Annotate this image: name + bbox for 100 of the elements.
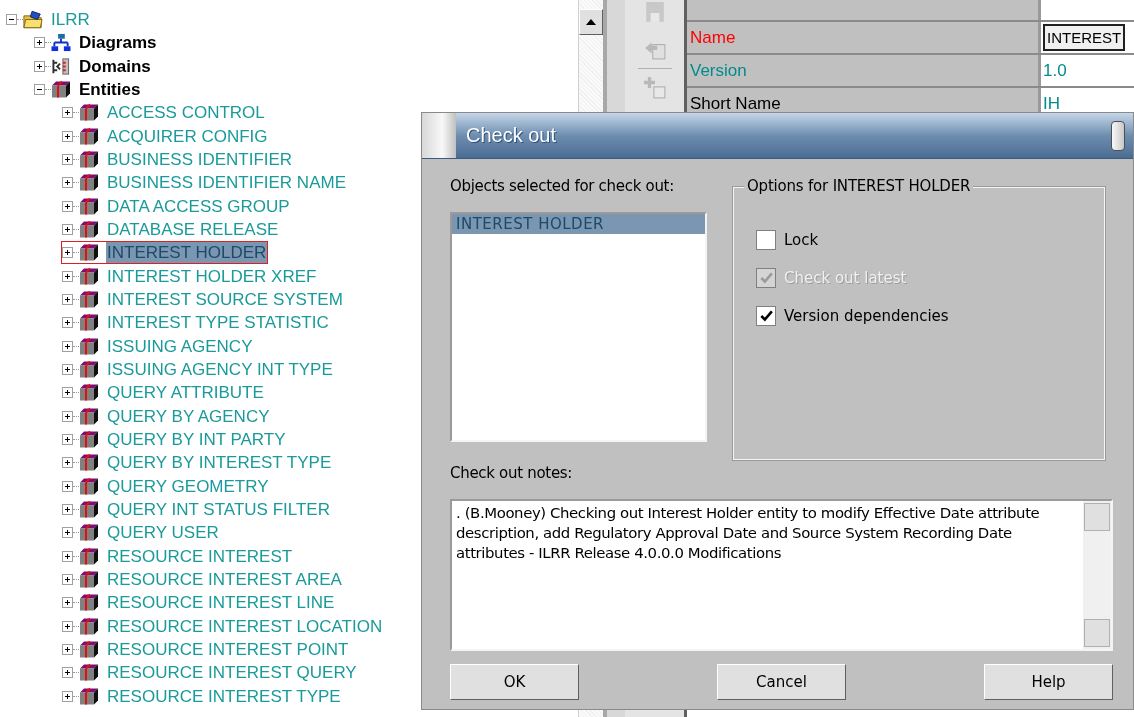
cube-icon	[79, 360, 99, 380]
expander-icon[interactable]	[62, 270, 73, 282]
notes-label: Check out notes:	[450, 464, 574, 482]
cube-icon	[79, 196, 99, 216]
property-label: Short Name	[690, 93, 781, 114]
group-title: Options for INTEREST HOLDER	[744, 177, 974, 195]
expander-icon[interactable]	[62, 480, 73, 492]
tree-item[interactable]: ILRR	[50, 9, 91, 31]
tree-item[interactable]: Domains	[78, 55, 152, 77]
cube-icon	[79, 476, 99, 496]
tree-item[interactable]: INTEREST HOLDER	[106, 242, 268, 264]
window-control[interactable]	[1111, 120, 1125, 151]
tree-item[interactable]: ISSUING AGENCY INT TYPE	[106, 359, 334, 381]
cube-icon	[79, 126, 99, 146]
list-item[interactable]: INTEREST HOLDER	[452, 214, 705, 234]
up-arrow-icon	[586, 19, 596, 25]
cube-icon	[79, 103, 99, 123]
tree-item[interactable]: DATA ACCESS GROUP	[106, 195, 291, 217]
tree-item[interactable]: ACQUIRER CONFIG	[106, 125, 269, 147]
tree-item[interactable]: RESOURCE INTEREST LOCATION	[106, 615, 384, 637]
tree-item[interactable]: QUERY BY INT PARTY	[106, 429, 287, 451]
expander-icon[interactable]	[62, 644, 73, 655]
tree-item[interactable]: INTEREST TYPE STATISTIC	[106, 312, 330, 334]
expander-icon[interactable]	[34, 60, 45, 72]
cube-icon	[79, 453, 99, 473]
expander-icon[interactable]	[62, 574, 73, 586]
tree-item[interactable]: QUERY USER	[106, 522, 220, 544]
cube-icon	[79, 220, 99, 240]
checkbox[interactable]	[756, 306, 776, 326]
tree-item[interactable]: Entities	[78, 79, 142, 101]
tree-item[interactable]: ACCESS CONTROL	[106, 102, 266, 124]
tree-item[interactable]: RESOURCE INTEREST QUERY	[106, 662, 358, 684]
expander-icon[interactable]	[62, 690, 73, 702]
expander-icon[interactable]	[62, 200, 73, 212]
cube-icon	[79, 243, 99, 263]
expander-icon[interactable]	[62, 130, 73, 142]
tree-item[interactable]: QUERY ATTRIBUTE	[106, 382, 265, 404]
tree-item[interactable]: QUERY BY AGENCY	[106, 405, 271, 427]
cube-icon	[79, 546, 99, 566]
cube-icon	[79, 336, 99, 356]
checkbox[interactable]	[756, 230, 776, 250]
scroll-up-button[interactable]	[579, 9, 603, 35]
cube-icon	[79, 406, 99, 426]
tree-item[interactable]: RESOURCE INTEREST POINT	[106, 639, 350, 660]
dialog-title: Check out	[466, 124, 558, 147]
tree-item[interactable]: ISSUING AGENCY	[106, 335, 254, 357]
checkbox-label: Lock	[784, 231, 819, 249]
tree-item[interactable]: INTEREST SOURCE SYSTEM	[106, 289, 344, 311]
expander-icon[interactable]	[34, 84, 45, 96]
cube-icon	[79, 523, 99, 543]
tree-item[interactable]: DATABASE RELEASE	[106, 219, 280, 241]
expander-icon[interactable]	[62, 434, 73, 446]
expander-icon[interactable]	[62, 340, 73, 352]
cube-icon	[79, 266, 99, 286]
expander-icon[interactable]	[62, 667, 73, 679]
tree-item[interactable]: QUERY GEOMETRY	[106, 475, 270, 497]
expander-icon[interactable]	[62, 247, 73, 259]
expander-icon[interactable]	[62, 410, 73, 422]
expander-icon[interactable]	[62, 364, 73, 376]
tree-item[interactable]: INTEREST HOLDER XREF	[106, 265, 318, 287]
tree-item[interactable]: QUERY BY INTEREST TYPE	[106, 452, 333, 474]
expander-icon[interactable]	[6, 14, 17, 26]
dialog-button[interactable]: Cancel	[717, 664, 846, 700]
expander-icon[interactable]	[62, 294, 73, 306]
hierarchy-icon	[51, 33, 71, 53]
tree-item[interactable]: BUSINESS IDENTIFIER NAME	[106, 172, 347, 194]
cube-icon	[79, 593, 99, 613]
expander-icon[interactable]	[62, 177, 73, 189]
expander-icon[interactable]	[62, 154, 73, 166]
expander-icon[interactable]	[62, 597, 73, 609]
tree-item[interactable]: BUSINESS IDENTIFIER	[106, 149, 294, 171]
property-value: IH	[1043, 93, 1060, 114]
property-input[interactable]: INTEREST	[1043, 24, 1126, 51]
tree-item[interactable]: RESOURCE INTEREST LINE	[106, 592, 336, 614]
expander-icon[interactable]	[62, 224, 73, 236]
cube-icon	[79, 290, 99, 310]
domain-icon	[51, 56, 71, 76]
expander-icon[interactable]	[62, 620, 73, 632]
property-label: Name	[690, 27, 736, 48]
cube-icon	[79, 383, 99, 403]
expander-icon[interactable]	[62, 527, 73, 539]
tree-item[interactable]: QUERY INT STATUS FILTER	[106, 499, 331, 521]
expander-icon[interactable]	[62, 107, 73, 119]
dialog-button[interactable]: OK	[450, 664, 579, 700]
cube-icon	[79, 173, 99, 193]
property-value: 1.0	[1043, 60, 1067, 81]
expander-icon[interactable]	[62, 457, 73, 469]
tree-item[interactable]: RESOURCE INTEREST	[106, 545, 294, 567]
cube-icon	[79, 570, 99, 590]
expander-icon[interactable]	[62, 387, 73, 399]
expander-icon[interactable]	[62, 550, 73, 562]
expander-icon[interactable]	[34, 37, 45, 49]
expander-icon[interactable]	[62, 504, 73, 516]
tree-item[interactable]: Diagrams	[78, 32, 158, 54]
expander-icon[interactable]	[62, 317, 73, 329]
tree-item[interactable]: RESOURCE INTEREST AREA	[106, 569, 343, 591]
dialog-button[interactable]: Help	[984, 664, 1113, 700]
cube-icon	[79, 500, 99, 520]
tree-item[interactable]: RESOURCE INTEREST TYPE	[106, 685, 342, 707]
checkbox-label: Version dependencies	[784, 307, 949, 325]
